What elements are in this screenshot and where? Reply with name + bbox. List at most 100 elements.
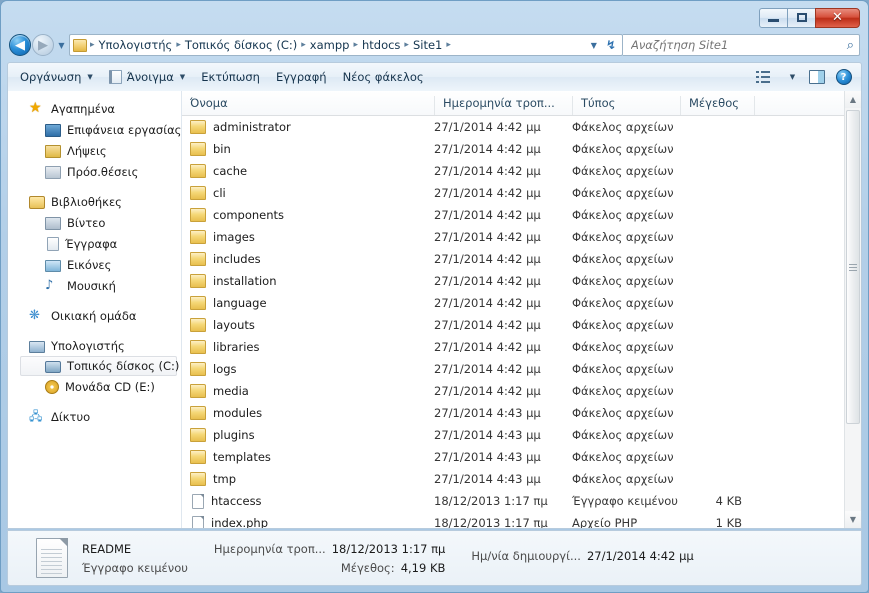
scrollbar-grip-icon: [849, 262, 857, 273]
vertical-scrollbar[interactable]: ▲ ▼: [844, 91, 861, 528]
table-row[interactable]: administrator 27/1/2014 4:42 μμ Φάκελος αρ…: [182, 116, 844, 138]
cell-name[interactable]: layouts: [182, 318, 434, 332]
sidebar-item-computer[interactable]: Υπολογιστής: [8, 335, 181, 356]
cell-name[interactable]: installation: [182, 274, 434, 288]
column-header-name[interactable]: Όνομα: [182, 96, 434, 115]
sidebar-item-recent-places[interactable]: Πρόσ.θέσεις: [8, 161, 181, 182]
file-name: images: [213, 230, 255, 244]
column-header-size[interactable]: Μέγεθος: [680, 96, 754, 115]
table-row[interactable]: layouts 27/1/2014 4:42 μμ Φάκελος αρχείων: [182, 314, 844, 336]
sidebar-item-desktop[interactable]: Επιφάνεια εργασίας: [8, 119, 181, 140]
table-row[interactable]: installation 27/1/2014 4:42 μμ Φάκελος αρχ…: [182, 270, 844, 292]
breadcrumb-item-xampp[interactable]: xampp: [307, 36, 353, 54]
table-row[interactable]: cache 27/1/2014 4:42 μμ Φάκελος αρχείων: [182, 160, 844, 182]
recent-locations-button[interactable]: ▼: [54, 34, 69, 56]
breadcrumb-dropdown-icon[interactable]: ▼: [586, 41, 602, 50]
cell-name[interactable]: modules: [182, 406, 434, 420]
scrollbar-track[interactable]: [845, 108, 861, 511]
sidebar-item-network[interactable]: 🖧 Δίκτυο: [8, 406, 181, 427]
cell-name[interactable]: media: [182, 384, 434, 398]
table-row[interactable]: index.php 18/12/2013 1:17 πμ Αρχείο PHP 1 K…: [182, 512, 844, 528]
sidebar-item-local-disk-c[interactable]: Τοπικός δίσκος (C:): [20, 356, 179, 376]
breadcrumb[interactable]: ▸ Υπολογιστής ▸ Τοπικός δίσκος (C:) ▸ xa…: [69, 34, 623, 56]
breadcrumb-item-htdocs[interactable]: htdocs: [359, 36, 403, 54]
open-button[interactable]: Άνοιγμα ▼: [101, 66, 193, 89]
change-view-dropdown[interactable]: ▼: [776, 66, 803, 89]
sidebar-item-pictures[interactable]: Εικόνες: [8, 254, 181, 275]
sidebar-item-favorites[interactable]: ★ Αγαπημένα: [8, 98, 181, 119]
column-header-date-modified[interactable]: Ημερομηνία τροπ...: [434, 96, 572, 115]
forward-button[interactable]: ▶: [32, 34, 54, 56]
help-button[interactable]: ?: [830, 66, 857, 89]
table-row[interactable]: components 27/1/2014 4:42 μμ Φάκελος αρχεί…: [182, 204, 844, 226]
sidebar-label: Επιφάνεια εργασίας: [67, 122, 182, 137]
cell-name[interactable]: components: [182, 208, 434, 222]
table-row[interactable]: bin 27/1/2014 4:42 μμ Φάκελος αρχείων: [182, 138, 844, 160]
minimize-button[interactable]: [759, 7, 788, 28]
back-button[interactable]: ◀: [9, 34, 31, 56]
table-row[interactable]: cli 27/1/2014 4:42 μμ Φάκελος αρχείων: [182, 182, 844, 204]
table-row[interactable]: libraries 27/1/2014 4:42 μμ Φάκελος αρχείω…: [182, 336, 844, 358]
preview-pane-button[interactable]: [803, 66, 830, 89]
cell-name[interactable]: plugins: [182, 428, 434, 442]
file-rows[interactable]: administrator 27/1/2014 4:42 μμ Φάκελος αρ…: [182, 116, 844, 528]
navigation-pane[interactable]: ★ Αγαπημένα Επιφάνεια εργασίας Λήψεις Πρ…: [8, 91, 182, 528]
cell-name[interactable]: templates: [182, 450, 434, 464]
folder-icon: [190, 296, 206, 310]
nav-group-computer: Υπολογιστής Τοπικός δίσκος (C:) Μονάδα C…: [8, 335, 181, 397]
print-button[interactable]: Εκτύπωση: [193, 66, 268, 89]
sidebar-item-libraries[interactable]: Βιβλιοθήκες: [8, 191, 181, 212]
table-row[interactable]: logs 27/1/2014 4:42 μμ Φάκελος αρχείων: [182, 358, 844, 380]
close-button[interactable]: ✕: [815, 7, 860, 28]
change-view-button[interactable]: [749, 66, 776, 89]
scroll-up-button[interactable]: ▲: [845, 91, 861, 108]
cell-name[interactable]: cache: [182, 164, 434, 178]
cell-name[interactable]: includes: [182, 252, 434, 266]
burn-button[interactable]: Εγγραφή: [268, 66, 335, 89]
libraries-icon: [29, 195, 45, 209]
table-row[interactable]: includes 27/1/2014 4:42 μμ Φάκελος αρχείων: [182, 248, 844, 270]
sidebar-item-homegroup[interactable]: ❋ Οικιακή ομάδα: [8, 305, 181, 326]
search-icon[interactable]: ⌕: [847, 38, 854, 53]
new-folder-button[interactable]: Νέος φάκελος: [335, 66, 432, 89]
cell-date-modified: 27/1/2014 4:43 μμ: [434, 450, 541, 464]
cell-name[interactable]: logs: [182, 362, 434, 376]
cell-name[interactable]: htaccess: [182, 493, 434, 509]
refresh-icon[interactable]: ↯: [602, 38, 620, 52]
breadcrumb-item-site1[interactable]: Site1: [410, 36, 445, 54]
table-row[interactable]: htaccess 18/12/2013 1:17 πμ Έγγραφο κειμέν…: [182, 490, 844, 512]
breadcrumb-item-computer[interactable]: Υπολογιστής: [96, 36, 176, 54]
sidebar-item-music[interactable]: ♪ Μουσική: [8, 275, 181, 296]
cell-name[interactable]: bin: [182, 142, 434, 156]
cell-name[interactable]: cli: [182, 186, 434, 200]
table-row[interactable]: modules 27/1/2014 4:43 μμ Φάκελος αρχείων: [182, 402, 844, 424]
sidebar-item-documents[interactable]: Έγγραφα: [8, 233, 181, 254]
table-row[interactable]: images 27/1/2014 4:42 μμ Φάκελος αρχείων: [182, 226, 844, 248]
cell-date-modified: 27/1/2014 4:42 μμ: [434, 274, 541, 288]
breadcrumb-item-local-disk[interactable]: Τοπικός δίσκος (C:): [182, 36, 300, 54]
column-header-type[interactable]: Τύπος: [572, 96, 680, 115]
table-row[interactable]: media 27/1/2014 4:42 μμ Φάκελος αρχείων: [182, 380, 844, 402]
restore-button[interactable]: [787, 7, 816, 28]
scroll-down-button[interactable]: ▼: [845, 511, 861, 528]
table-row[interactable]: plugins 27/1/2014 4:43 μμ Φάκελος αρχείων: [182, 424, 844, 446]
folder-icon: [190, 252, 206, 266]
cell-name[interactable]: language: [182, 296, 434, 310]
table-row[interactable]: tmp 27/1/2014 4:43 μμ Φάκελος αρχείων: [182, 468, 844, 490]
table-row[interactable]: templates 27/1/2014 4:43 μμ Φάκελος αρχείω…: [182, 446, 844, 468]
search-box[interactable]: ⌕: [623, 34, 860, 56]
cell-name[interactable]: libraries: [182, 340, 434, 354]
sidebar-item-videos[interactable]: Βίντεο: [8, 212, 181, 233]
cell-name[interactable]: tmp: [182, 472, 434, 486]
table-row[interactable]: language 27/1/2014 4:42 μμ Φάκελος αρχείων: [182, 292, 844, 314]
search-input[interactable]: [631, 38, 847, 52]
cell-name[interactable]: index.php: [182, 515, 434, 528]
cell-name[interactable]: images: [182, 230, 434, 244]
sidebar-item-downloads[interactable]: Λήψεις: [8, 140, 181, 161]
organize-button[interactable]: Οργάνωση ▼: [12, 66, 101, 89]
column-label: Ημερομηνία τροπ...: [443, 96, 555, 110]
sidebar-item-cd-drive-e[interactable]: Μονάδα CD (E:): [8, 376, 181, 397]
breadcrumb-separator[interactable]: ▸: [445, 40, 452, 50]
cell-name[interactable]: administrator: [182, 120, 434, 134]
scrollbar-thumb[interactable]: [846, 110, 860, 425]
